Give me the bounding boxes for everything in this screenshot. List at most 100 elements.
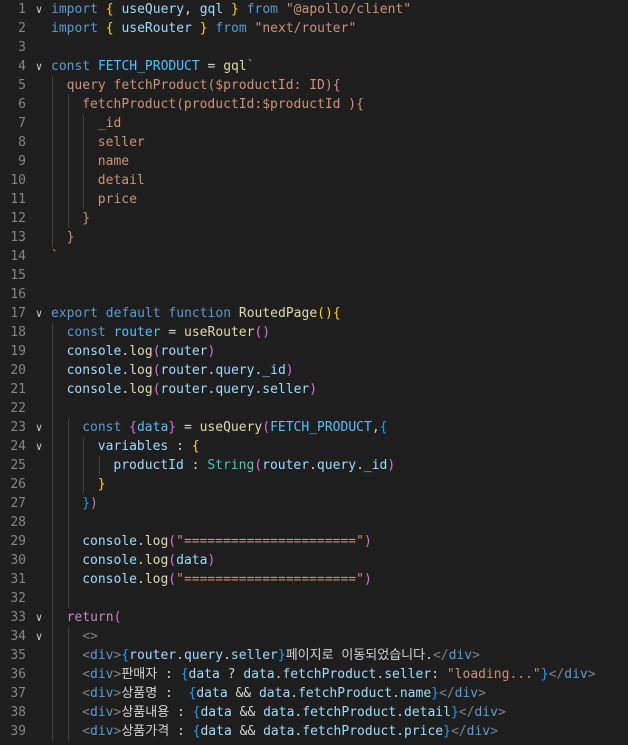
fold-chevron-icon[interactable]: ∨ <box>32 0 46 19</box>
code-token: . <box>396 724 404 739</box>
code-line[interactable]: 13} <box>0 228 628 247</box>
code-line[interactable]: 25 productId : String(router.query._id) <box>0 456 628 475</box>
fold-chevron-icon[interactable]: ∨ <box>32 418 46 437</box>
fold-chevron-icon[interactable]: ∨ <box>32 437 46 456</box>
code-line[interactable]: 34 ∨ <> <box>0 627 628 646</box>
code-token: return <box>66 610 114 625</box>
code-token: ( <box>152 382 161 397</box>
fold-chevron-icon[interactable]: ∨ <box>32 304 46 323</box>
code-token: ( <box>168 553 177 568</box>
code-token: query <box>215 363 255 378</box>
code-token: query fetchProduct($productId: ID){ <box>66 78 341 93</box>
code-line[interactable]: 4 ∨ const FETCH_PRODUCT = gql` <box>0 57 628 76</box>
code-text: <div>상품명 : {data && data.fetchProduct.na… <box>82 684 486 703</box>
line-number: 34 <box>10 629 26 644</box>
code-token: seller <box>230 648 278 663</box>
code-line[interactable]: 12} <box>0 209 628 228</box>
code-line[interactable]: 31 console.log("======================") <box>0 570 628 589</box>
code-token: { <box>332 306 341 321</box>
code-token: () <box>254 325 271 340</box>
code-token: ) <box>207 553 216 568</box>
code-token: variables <box>97 439 169 454</box>
code-token: < <box>82 705 91 720</box>
code-line[interactable]: 16 <box>0 285 628 304</box>
code-line[interactable]: 29 console.log("======================") <box>0 532 628 551</box>
code-token: < <box>82 686 91 701</box>
code-token: ( <box>152 363 161 378</box>
code-line[interactable]: 18 const router = useRouter() <box>0 323 628 342</box>
indent-guide <box>67 114 69 133</box>
code-line[interactable]: 20 console.log(router.query._id) <box>0 361 628 380</box>
line-number: 20 <box>10 363 26 378</box>
code-token: from <box>215 21 247 36</box>
line-number: 39 <box>10 724 26 739</box>
code-line[interactable]: 14 ` <box>0 247 628 266</box>
code-text: <div>{router.query.seller}페이지로 이동되었습니다.<… <box>82 646 480 665</box>
code-line[interactable]: 1 ∨ import { useQuery, gql } from "@apollo… <box>0 0 628 19</box>
code-token: _id <box>262 363 286 378</box>
indent-guide <box>83 152 85 171</box>
code-token: router <box>160 363 208 378</box>
code-line[interactable]: 19 console.log(router) <box>0 342 628 361</box>
code-line[interactable]: 30 console.log(data) <box>0 551 628 570</box>
fold-chevron-icon[interactable]: ∨ <box>32 608 46 627</box>
code-token: } <box>168 420 177 435</box>
code-line[interactable]: 15 <box>0 266 628 285</box>
code-line[interactable]: 26} <box>0 475 628 494</box>
code-text: import { useQuery, gql } from "@apollo/c… <box>51 0 411 19</box>
code-token: console <box>66 382 122 397</box>
code-line[interactable]: 36 <div>판매자 : {data ? data.fetchProduct.s… <box>0 665 628 684</box>
code-line[interactable]: 24 ∨ variables : { <box>0 437 628 456</box>
code-token: div <box>90 724 114 739</box>
indent-guide <box>52 209 53 228</box>
code-line[interactable]: 21 console.log(router.query.seller) <box>0 380 628 399</box>
code-line[interactable]: 7 _id <box>0 114 628 133</box>
code-line[interactable]: 37 <div>상품명 : {data && data.fetchProduct.… <box>0 684 628 703</box>
code-line[interactable]: 11 price <box>0 190 628 209</box>
line-number: 32 <box>10 591 26 606</box>
line-number: 2 <box>18 21 26 36</box>
code-token: 상품명 : <box>121 686 189 701</box>
code-line[interactable]: 9 name <box>0 152 628 171</box>
code-token: { <box>105 2 114 17</box>
code-token: , <box>371 420 380 435</box>
code-line[interactable]: 32 <box>0 589 628 608</box>
code-line[interactable]: 2 import { useRouter } from "next/router" <box>0 19 628 38</box>
code-token: > <box>472 648 480 663</box>
indent-guide <box>67 532 69 551</box>
code-editor[interactable]: 1 ∨ import { useQuery, gql } from "@apollo… <box>0 0 628 745</box>
code-line[interactable]: 33 ∨ return( <box>0 608 628 627</box>
code-text: }) <box>82 494 98 513</box>
code-token: 판매자 : <box>121 667 181 682</box>
code-token: from <box>246 2 279 17</box>
line-number: 36 <box>10 667 26 682</box>
code-line[interactable]: 17 ∨ export default function RoutedPage(){ <box>0 304 628 323</box>
code-text: const {data} = useQuery(FETCH_PRODUCT,{ <box>82 418 387 437</box>
fold-chevron-icon[interactable]: ∨ <box>32 57 46 76</box>
code-token: div <box>564 667 588 682</box>
code-token: data <box>136 420 169 435</box>
code-line[interactable]: 3 <box>0 38 628 57</box>
code-text: variables : { <box>98 437 200 456</box>
code-line[interactable]: 8 seller <box>0 133 628 152</box>
code-line[interactable]: 39 <div>상품가격 : {data && data.fetchProduct… <box>0 722 628 741</box>
code-line[interactable]: 23 ∨ const {data} = useQuery(FETCH_PRODUCT… <box>0 418 628 437</box>
indent-guide <box>83 437 85 456</box>
code-line[interactable]: 27}) <box>0 494 628 513</box>
code-token: } <box>277 648 286 663</box>
code-line[interactable]: 5 query fetchProduct($productId: ID){ <box>0 76 628 95</box>
code-token: : <box>168 439 192 454</box>
code-text: } <box>98 475 106 494</box>
code-text: price <box>98 190 137 209</box>
code-line[interactable]: 22 <box>0 399 628 418</box>
indent-guide <box>67 133 69 152</box>
code-line[interactable]: 28 <box>0 513 628 532</box>
code-line[interactable]: 38 <div>상품내용 : {data && data.fetchProduct… <box>0 703 628 722</box>
code-line[interactable]: 6 fetchProduct(productId:$productId ){ <box>0 95 628 114</box>
indent-guide <box>52 361 53 380</box>
code-token: seller <box>97 135 145 150</box>
fold-chevron-icon[interactable]: ∨ <box>32 627 46 646</box>
code-line[interactable]: 10 detail <box>0 171 628 190</box>
code-line[interactable]: 35 <div>{router.query.seller}페이지로 이동되었습니다… <box>0 646 628 665</box>
